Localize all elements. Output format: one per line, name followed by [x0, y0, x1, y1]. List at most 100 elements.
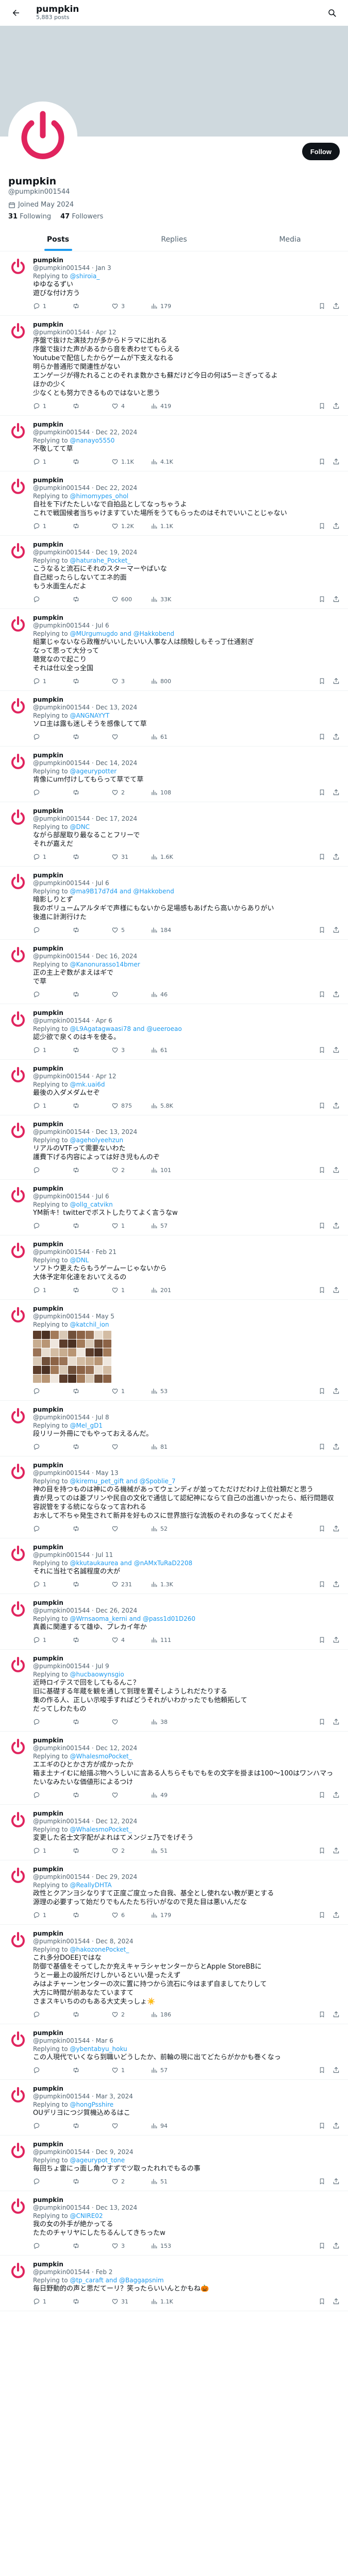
avatar[interactable]	[8, 477, 28, 496]
reply-button[interactable]	[33, 1718, 72, 1725]
tweet-date[interactable]: Jul 6	[96, 622, 109, 629]
like-button[interactable]: 1	[111, 2066, 151, 2074]
tweet[interactable]: pumpkin @pumpkin001544 · Dec 26, 2024 Repl…	[0, 1594, 348, 1650]
tweet-date[interactable]: Dec 9, 2024	[96, 2148, 134, 2156]
tweet-date[interactable]: Mar 3, 2024	[96, 2093, 133, 2100]
author-name[interactable]: pumpkin	[33, 321, 63, 328]
repost-button[interactable]	[72, 1443, 111, 1450]
like-button[interactable]: 4	[111, 402, 151, 410]
share-icon[interactable]	[333, 1387, 340, 1395]
avatar[interactable]	[8, 2196, 28, 2216]
like-button[interactable]: 5	[111, 926, 151, 934]
avatar[interactable]	[8, 1810, 28, 1829]
share-icon[interactable]	[333, 789, 340, 796]
tweet-date[interactable]: Dec 22, 2024	[96, 484, 137, 492]
avatar[interactable]	[8, 1009, 28, 1029]
share-icon[interactable]	[333, 926, 340, 934]
profile-avatar[interactable]	[8, 101, 77, 171]
reply-button[interactable]	[33, 2178, 72, 2185]
bookmark-icon[interactable]	[319, 1166, 325, 1174]
author-name[interactable]: pumpkin	[33, 1599, 63, 1606]
views-button[interactable]: 1.1K	[151, 522, 190, 530]
reply-target[interactable]: @hucbaowynsgio	[70, 1671, 124, 1678]
author-name[interactable]: pumpkin	[33, 2085, 63, 2092]
tweet[interactable]: pumpkin @pumpkin001544 · Dec 9, 2024 Reply…	[0, 2136, 348, 2191]
reply-target[interactable]: @WhalesmoPocket_	[70, 1826, 131, 1833]
tweet[interactable]: pumpkin @pumpkin001544 · Dec 14, 2024 Repl…	[0, 747, 348, 802]
repost-button[interactable]	[72, 1847, 111, 1854]
tweet-date[interactable]: Dec 14, 2024	[96, 759, 137, 767]
reply-target[interactable]: @L9Agatagwaasi78 and @ueeroeao	[70, 1025, 181, 1032]
repost-button[interactable]	[72, 1581, 111, 1588]
author-name[interactable]: pumpkin	[33, 1065, 63, 1072]
repost-button[interactable]	[72, 522, 111, 530]
author-name[interactable]: pumpkin	[33, 696, 63, 703]
avatar[interactable]	[8, 1737, 28, 1756]
tweet[interactable]: pumpkin @pumpkin001544 · Mar 3, 2024 Reply…	[0, 2080, 348, 2136]
avatar[interactable]	[8, 321, 28, 341]
reply-target[interactable]: @mk.uai6d	[70, 1081, 105, 1088]
avatar[interactable]	[8, 1462, 28, 1481]
bookmark-icon[interactable]	[319, 1222, 325, 1229]
bookmark-icon[interactable]	[319, 1581, 325, 1588]
tweet-date[interactable]: Dec 13, 2024	[96, 704, 137, 711]
reply-target[interactable]: @ollg_catvikn	[70, 1201, 112, 1208]
bookmark-icon[interactable]	[319, 402, 325, 410]
tweet-date[interactable]: Dec 16, 2024	[96, 953, 137, 960]
reply-button[interactable]	[33, 789, 72, 796]
repost-button[interactable]	[72, 302, 111, 310]
repost-button[interactable]	[72, 1102, 111, 1109]
tab-replies[interactable]: Replies	[116, 228, 232, 251]
reply-target[interactable]: @hakozonePocket_	[70, 1946, 129, 1953]
views-button[interactable]: 101	[151, 1166, 190, 1174]
repost-button[interactable]	[72, 2178, 111, 2185]
bookmark-icon[interactable]	[319, 458, 325, 465]
following-link[interactable]: 31 Following	[8, 213, 51, 221]
reply-button[interactable]: 1	[33, 1581, 72, 1588]
search-icon[interactable]	[323, 4, 341, 22]
repost-button[interactable]	[72, 1286, 111, 1294]
avatar[interactable]	[8, 2029, 28, 2049]
bookmark-icon[interactable]	[319, 853, 325, 860]
avatar[interactable]	[8, 752, 28, 771]
author-name[interactable]: pumpkin	[33, 807, 63, 815]
bookmark-icon[interactable]	[319, 789, 325, 796]
share-icon[interactable]	[333, 1636, 340, 1643]
reply-button[interactable]	[33, 2066, 72, 2074]
avatar[interactable]	[8, 1121, 28, 1140]
reply-button[interactable]: 1	[33, 1286, 72, 1294]
like-button[interactable]: 2	[111, 1166, 151, 1174]
reply-target[interactable]: @Kanonurasso14bmer	[70, 961, 140, 968]
author-name[interactable]: pumpkin	[33, 477, 63, 484]
tweet-date[interactable]: Dec 19, 2024	[96, 549, 137, 556]
bookmark-icon[interactable]	[319, 1847, 325, 1854]
like-button[interactable]	[111, 991, 151, 998]
views-button[interactable]: 419	[151, 402, 190, 410]
back-arrow-icon[interactable]	[7, 4, 25, 22]
reply-target[interactable]: @himomypes_ohol	[70, 493, 128, 500]
author-name[interactable]: pumpkin	[33, 1305, 63, 1312]
like-button[interactable]: 2	[111, 789, 151, 796]
tweet[interactable]: pumpkin @pumpkin001544 · May 13 Replying t…	[0, 1456, 348, 1538]
tab-media[interactable]: Media	[232, 228, 348, 251]
bookmark-icon[interactable]	[319, 522, 325, 530]
views-button[interactable]: 1.1K	[151, 2298, 190, 2305]
avatar[interactable]	[8, 2141, 28, 2160]
repost-button[interactable]	[72, 853, 111, 860]
bookmark-icon[interactable]	[319, 302, 325, 310]
share-icon[interactable]	[333, 1791, 340, 1799]
views-button[interactable]: 49	[151, 1791, 190, 1799]
bookmark-icon[interactable]	[319, 1791, 325, 1799]
author-name[interactable]: pumpkin	[33, 1241, 63, 1248]
tweet[interactable]: pumpkin @pumpkin001544 · Jul 6 Replying to…	[0, 609, 348, 691]
repost-button[interactable]	[72, 1911, 111, 1919]
reply-button[interactable]: 1	[33, 2298, 72, 2305]
reply-button[interactable]: 1	[33, 1102, 72, 1109]
like-button[interactable]: 2	[111, 2178, 151, 2185]
reply-button[interactable]	[33, 1525, 72, 1532]
views-button[interactable]: 186	[151, 2011, 190, 2018]
repost-button[interactable]	[72, 1718, 111, 1725]
author-name[interactable]: pumpkin	[33, 945, 63, 952]
avatar[interactable]	[8, 541, 28, 561]
tweet-date[interactable]: Jul 9	[96, 1663, 109, 1670]
